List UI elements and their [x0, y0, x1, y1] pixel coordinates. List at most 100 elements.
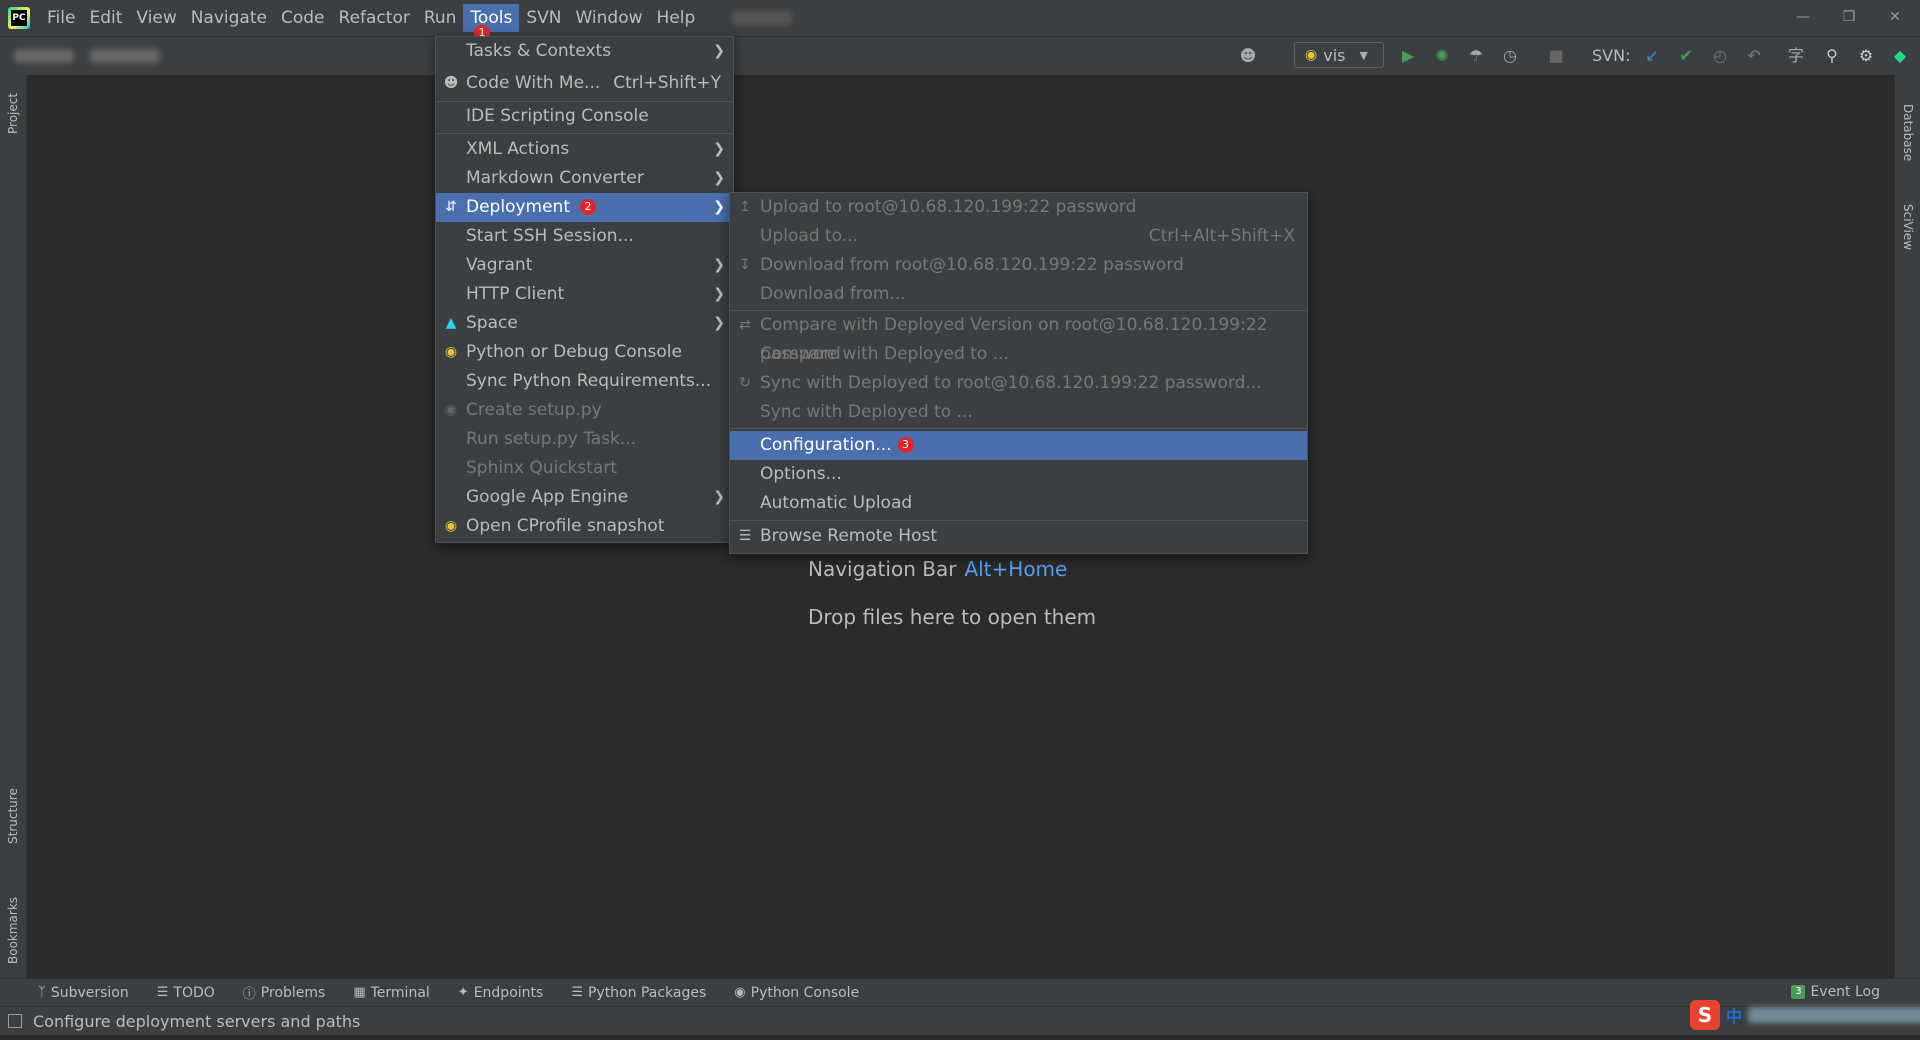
user-icon[interactable]: ☻ [1238, 46, 1258, 66]
menu-item-label: HTTP Client [466, 284, 565, 304]
history-icon[interactable]: ◴ [1710, 46, 1730, 66]
menu-item-options[interactable]: Options... [730, 460, 1307, 489]
menu-item-open-cprofile-snapshot[interactable]: ◉ Open CProfile snapshot [436, 512, 733, 541]
menu-help[interactable]: Help [650, 4, 703, 32]
search-icon[interactable]: ⚲ [1822, 46, 1842, 66]
menu-refactor[interactable]: Refactor [332, 4, 417, 32]
menu-item-download-from: Download from... [730, 280, 1307, 309]
tool-python-packages[interactable]: ☰ Python Packages [571, 985, 706, 1001]
endpoints-icon: ✦ [457, 985, 469, 1000]
menu-separator [436, 133, 733, 134]
menu-item-label: Sync Python Requirements... [466, 371, 712, 391]
menu-item-ide-scripting-console[interactable]: IDE Scripting Console [436, 102, 733, 131]
menu-item-google-app-engine[interactable]: Google App Engine ❯ [436, 483, 733, 512]
rollback-icon[interactable]: ↶ [1744, 46, 1764, 66]
tab-structure[interactable]: Structure [6, 788, 20, 844]
tool-problems[interactable]: ⓘ Problems [243, 983, 326, 1003]
menu-item-label: Start SSH Session... [466, 226, 634, 246]
debug-icon[interactable]: ✺ [1432, 46, 1452, 66]
menu-item-label: Sync with Deployed to ... [760, 402, 973, 422]
menu-item-deployment[interactable]: ⇵ Deployment 2 ❯ [436, 193, 733, 222]
menu-item-markdown-converter[interactable]: Markdown Converter ❯ [436, 164, 733, 193]
translate-icon[interactable]: 字 [1786, 46, 1806, 66]
svn-update-icon[interactable]: ↙ [1642, 46, 1662, 66]
menu-item-vagrant[interactable]: Vagrant ❯ [436, 251, 733, 280]
tool-subversion[interactable]: ᛉ Subversion [38, 985, 129, 1001]
tool-label: Subversion [50, 984, 129, 1001]
run-config-selector[interactable]: ◉ vis ▼ [1294, 42, 1384, 68]
python-icon: ◉ [1305, 47, 1318, 63]
list-icon: ☰ [156, 985, 169, 1000]
tool-label: TODO [173, 984, 215, 1001]
menu-item-browse-remote-host[interactable]: ☰ Browse Remote Host [730, 522, 1307, 551]
menu-item-http-client[interactable]: HTTP Client ❯ [436, 280, 733, 309]
project-title-blurred [732, 11, 793, 25]
toolbar: ☻ ◉ vis ▼ ▶ ✺ ☂ ◷ ■ SVN: ↙ ✔ ◴ ↶ 字 ⚲ ⚙ ◆ [0, 36, 1920, 76]
update-icon[interactable]: ◆ [1890, 46, 1910, 66]
chevron-right-icon: ❯ [713, 199, 725, 215]
tool-endpoints[interactable]: ✦ Endpoints [458, 985, 544, 1001]
menu-item-configuration[interactable]: Configuration... 3 [730, 431, 1307, 460]
step-badge-3: 3 [897, 437, 914, 453]
tool-todo[interactable]: ☰ TODO [157, 985, 215, 1001]
tool-terminal[interactable]: ▦ Terminal [353, 985, 429, 1001]
menu-tools[interactable]: Tools [463, 4, 520, 32]
menu-item-automatic-upload[interactable]: Automatic Upload [730, 489, 1307, 518]
svn-commit-icon[interactable]: ✔ [1676, 46, 1696, 66]
menu-edit[interactable]: Edit [82, 4, 129, 32]
menu-item-sync-python-requirements[interactable]: Sync Python Requirements... [436, 367, 733, 396]
tab-database[interactable]: Database [1901, 104, 1915, 161]
svn-label: SVN: [1592, 46, 1631, 65]
tool-event-log[interactable]: 3 Event Log [1791, 984, 1880, 1000]
menu-run[interactable]: Run [417, 4, 464, 32]
close-icon[interactable]: ✕ [1872, 4, 1918, 30]
run-icon[interactable]: ▶ [1398, 46, 1418, 66]
menu-item-code-with-me[interactable]: ☻ Code With Me... Ctrl+Shift+Y [436, 69, 733, 98]
coverage-icon[interactable]: ☂ [1466, 46, 1486, 66]
breadcrumb-folder[interactable] [90, 49, 160, 63]
menu-item-label: Automatic Upload [760, 493, 913, 513]
menu-item-space[interactable]: ▲ Space ❯ [436, 309, 733, 338]
menu-item-label: Sync with Deployed to root@10.68.120.199… [760, 373, 1262, 393]
menu-item-xml-actions[interactable]: XML Actions ❯ [436, 135, 733, 164]
menu-code[interactable]: Code [274, 4, 332, 32]
python-icon: ◉ [444, 344, 458, 360]
breadcrumb-project[interactable] [14, 49, 74, 63]
menu-window[interactable]: Window [568, 4, 649, 32]
menu-navigate[interactable]: Navigate [184, 4, 274, 32]
menu-item-tasks-contexts[interactable]: Tasks & Contexts ❯ [436, 37, 733, 66]
menu-item-sync-with-deployed-server: ↻ Sync with Deployed to root@10.68.120.19… [730, 369, 1307, 398]
gear-icon[interactable]: ⚙ [1856, 46, 1876, 66]
menu-svn[interactable]: SVN [519, 4, 568, 32]
toggle-tool-windows-icon[interactable] [8, 1014, 22, 1028]
tab-bookmarks[interactable]: Bookmarks [6, 897, 20, 964]
menu-item-label: Sphinx Quickstart [466, 458, 617, 478]
python-icon: ◉ [444, 402, 458, 418]
menu-item-label: Open CProfile snapshot [466, 516, 665, 536]
menu-item-start-ssh-session[interactable]: Start SSH Session... [436, 222, 733, 251]
tab-sciview[interactable]: SciView [1901, 204, 1915, 250]
menu-item-sphinx-quickstart: Sphinx Quickstart [436, 454, 733, 483]
menu-item-label: Code With Me... [466, 73, 601, 93]
menu-item-label: Run setup.py Task... [466, 429, 637, 449]
menu-item-label: Upload to root@10.68.120.199:22 password [760, 197, 1137, 217]
user-icon: ☻ [443, 75, 459, 91]
ime-language-indicator[interactable]: 中 [1726, 1003, 1742, 1027]
restore-icon[interactable]: ❐ [1826, 4, 1872, 30]
tool-python-console[interactable]: ◉ Python Console [734, 985, 859, 1001]
profile-icon[interactable]: ◷ [1500, 46, 1520, 66]
menu-item-label: Create setup.py [466, 400, 602, 420]
menu-file[interactable]: File [40, 4, 82, 32]
space-icon: ▲ [445, 315, 457, 331]
minimize-icon[interactable]: — [1780, 4, 1826, 30]
menu-item-python-debug-console[interactable]: ◉ Python or Debug Console [436, 338, 733, 367]
menu-item-label: Google App Engine [466, 487, 629, 507]
menu-view[interactable]: View [129, 4, 183, 32]
menu-item-shortcut: Ctrl+Shift+Y [613, 73, 721, 93]
menu-item-label: Markdown Converter [466, 168, 644, 188]
sogou-ime-icon[interactable]: S [1690, 1000, 1720, 1030]
chevron-down-icon: ▼ [1359, 48, 1368, 62]
stop-icon[interactable]: ■ [1546, 46, 1566, 66]
tools-menu: Tasks & Contexts ❯ ☻ Code With Me... Ctrl+S… [435, 36, 734, 543]
tab-project[interactable]: Project [6, 93, 20, 134]
